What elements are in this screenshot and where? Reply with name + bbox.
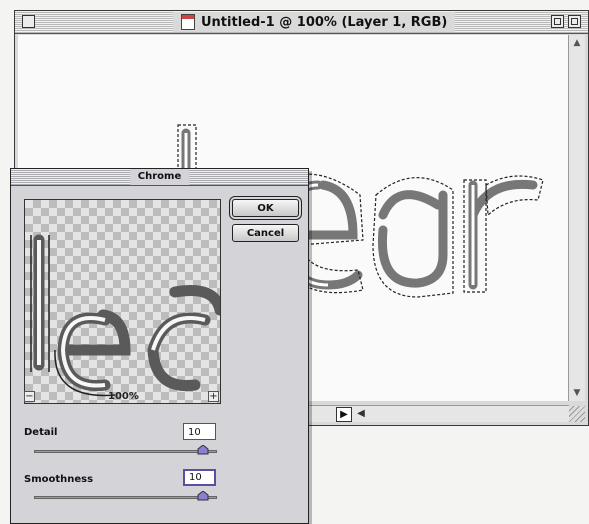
- scroll-right-arrow-icon[interactable]: ▶: [336, 407, 352, 422]
- detail-slider-track[interactable]: [34, 450, 217, 453]
- dialog-title: Chrome: [129, 169, 190, 185]
- slider-thumb-icon[interactable]: [197, 491, 209, 501]
- smoothness-slider-track[interactable]: [34, 496, 217, 499]
- cancel-button[interactable]: Cancel: [232, 224, 299, 242]
- vertical-scrollbar[interactable]: ▲ ▼: [568, 35, 585, 401]
- document-title: Untitled-1 @ 100% (Layer 1, RGB): [201, 14, 448, 30]
- document-title-area: Untitled-1 @ 100% (Layer 1, RGB): [173, 12, 456, 32]
- chrome-filter-dialog: Chrome OK Cancel − 100% + Detail 10 Smoo…: [10, 168, 309, 524]
- filter-preview[interactable]: [24, 199, 221, 404]
- smoothness-field[interactable]: 10: [183, 469, 216, 486]
- zoom-box-icon[interactable]: [551, 15, 564, 28]
- detail-field[interactable]: 10: [183, 423, 216, 440]
- scroll-up-arrow-icon[interactable]: ▲: [571, 37, 583, 49]
- document-icon: [181, 14, 195, 30]
- zoom-in-icon[interactable]: +: [208, 391, 219, 402]
- close-box-icon[interactable]: [22, 15, 35, 28]
- collapse-box-icon[interactable]: [568, 15, 581, 28]
- detail-label: Detail: [24, 427, 58, 438]
- scroll-left-arrow-icon[interactable]: ◀: [354, 407, 368, 420]
- ok-button[interactable]: OK: [232, 199, 299, 217]
- zoom-out-icon[interactable]: −: [24, 391, 35, 402]
- dialog-titlebar[interactable]: Chrome: [11, 169, 308, 186]
- document-titlebar[interactable]: Untitled-1 @ 100% (Layer 1, RGB): [15, 11, 588, 34]
- resize-grip-icon[interactable]: [569, 406, 585, 422]
- preview-artwork: [30, 234, 220, 397]
- smoothness-label: Smoothness: [24, 474, 94, 485]
- slider-thumb-icon[interactable]: [197, 445, 209, 455]
- preview-zoom-level: 100%: [108, 391, 139, 402]
- scroll-down-arrow-icon[interactable]: ▼: [571, 387, 583, 399]
